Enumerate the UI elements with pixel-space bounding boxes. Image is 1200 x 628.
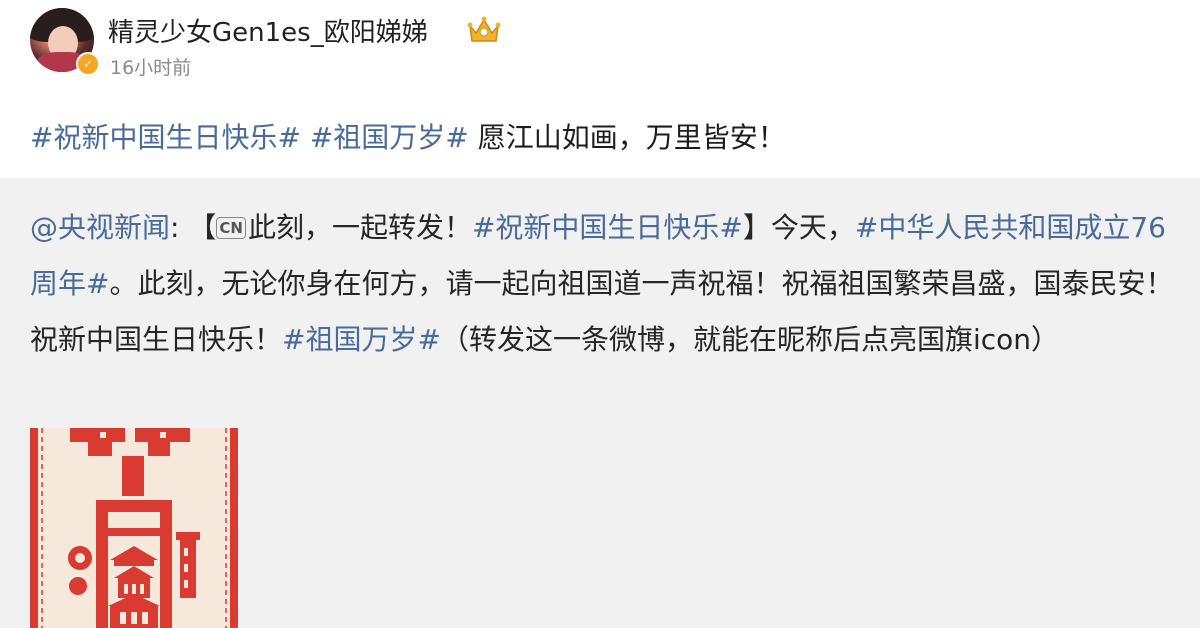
- hashtag-link[interactable]: #祖国万岁#: [310, 121, 469, 154]
- repost-body: @央视新闻: 【CN 此刻，一起转发！#祝新中国生日快乐#】今天，#中华人民共和国…: [30, 211, 1174, 356]
- post-header: ✓ 精灵少女Gen1es_欧阳娣娣 16小时前: [0, 0, 1200, 100]
- hashtag-link[interactable]: #祖国万岁#: [282, 323, 441, 356]
- cn-icon: CN: [216, 217, 246, 239]
- papercut-image: [30, 428, 238, 628]
- hashtag-link[interactable]: #祝新中国生日快乐#: [472, 211, 743, 244]
- reposted-content[interactable]: @央视新闻: 【CN 此刻，一起转发！#祝新中国生日快乐#】今天，#中华人民共和国…: [0, 178, 1200, 628]
- crown-badge-icon[interactable]: [465, 12, 503, 46]
- hashtag-link[interactable]: #祝新中国生日快乐#: [30, 121, 301, 154]
- post-timestamp[interactable]: 16小时前: [110, 53, 191, 80]
- mention-link[interactable]: @央视新闻: [30, 211, 170, 244]
- post-text: 愿江山如画，万里皆安！: [477, 121, 786, 154]
- username[interactable]: 精灵少女Gen1es_欧阳娣娣: [108, 12, 428, 49]
- verified-v-icon: ✓: [76, 52, 100, 76]
- repost-image-thumbnail[interactable]: [30, 428, 238, 628]
- post-body: #祝新中国生日快乐# #祖国万岁# 愿江山如画，万里皆安！: [30, 116, 786, 160]
